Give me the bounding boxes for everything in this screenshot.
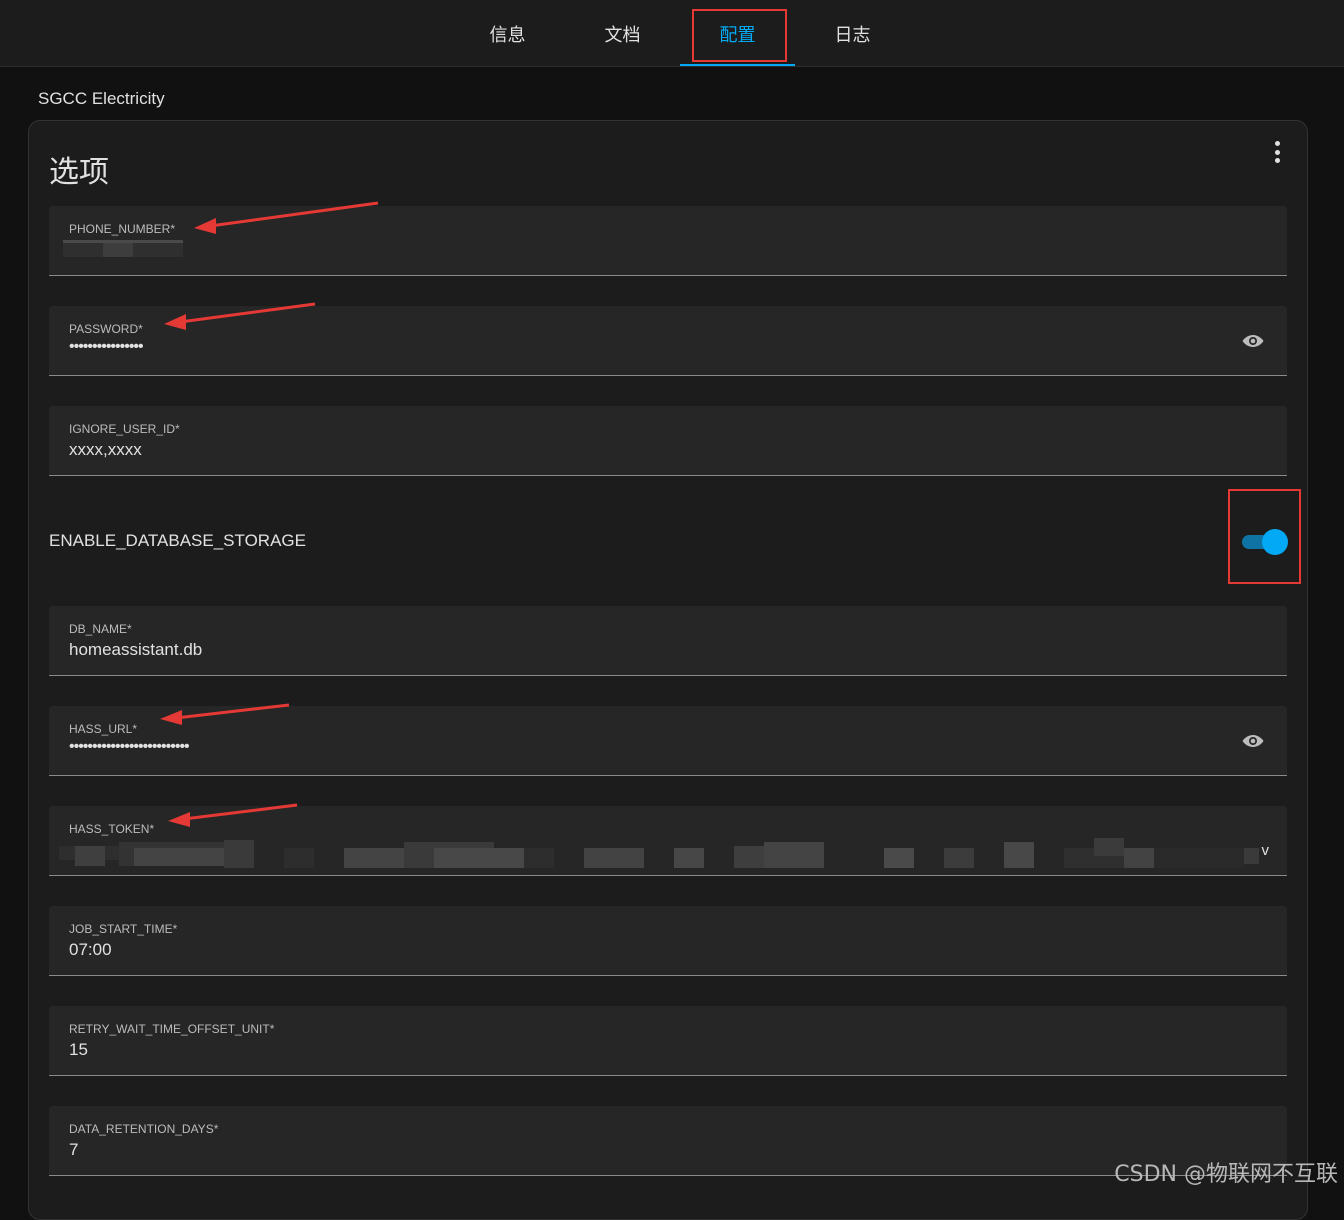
password-value: •••••••••••••••• [69,338,144,355]
eye-icon[interactable] [1241,730,1265,752]
toggle-annotation-box [1228,489,1301,584]
annotation-arrow [160,703,290,725]
data-retention-field[interactable]: DATA_RETENTION_DAYS* 7 [49,1106,1287,1176]
hass-url-label: HASS_URL* [69,722,138,736]
db-name-field[interactable]: DB_NAME* homeassistant.db [49,606,1287,676]
job-start-time-label: JOB_START_TIME* [69,922,178,936]
annotation-arrow [194,201,379,234]
tab-annotation-box [692,9,787,62]
annotation-arrow [168,803,298,827]
chevron-down-icon: v [1261,842,1270,859]
data-retention-value: 7 [69,1140,79,1159]
active-tab-indicator [680,64,795,66]
redacted-value [63,240,183,257]
watermark: CSDN @物联网不互联 [1114,1162,1338,1187]
retry-wait-field[interactable]: RETRY_WAIT_TIME_OFFSET_UNIT* 15 [49,1006,1287,1076]
hass-token-label: HASS_TOKEN* [69,822,155,836]
ignore-user-id-field[interactable]: IGNORE_USER_ID* xxxx,xxxx [49,406,1287,476]
password-label: PASSWORD* [69,322,143,336]
hass-url-value: •••••••••••••••••••••••••• [69,738,190,755]
job-start-time-field[interactable]: JOB_START_TIME* 07:00 [49,906,1287,976]
tab-log[interactable]: 日志 [795,0,910,67]
top-tab-bar: 信息 文档 配置 日志 [0,0,1344,67]
phone-number-label: PHONE_NUMBER* [69,222,176,236]
redacted-value [59,838,1259,868]
addon-name: SGCC Electricity [38,89,165,108]
more-vert-icon[interactable] [1267,139,1287,165]
tab-docs[interactable]: 文档 [565,0,680,67]
ignore-user-id-value: xxxx,xxxx [69,440,142,459]
ignore-user-id-label: IGNORE_USER_ID* [69,422,180,436]
data-retention-label: DATA_RETENTION_DAYS* [69,1122,219,1136]
eye-icon[interactable] [1241,330,1265,352]
tab-info[interactable]: 信息 [450,0,565,67]
enable-database-storage-label: ENABLE_DATABASE_STORAGE [49,531,306,550]
annotation-arrow [164,302,316,330]
card-title: 选项 [49,155,109,190]
job-start-time-value: 07:00 [69,940,112,959]
options-card: 选项 PHONE_NUMBER* PASSWORD* •••••••••••••… [28,120,1308,1220]
db-name-value: homeassistant.db [69,640,203,659]
retry-wait-label: RETRY_WAIT_TIME_OFFSET_UNIT* [69,1022,275,1036]
db-name-label: DB_NAME* [69,622,132,636]
retry-wait-value: 15 [69,1040,88,1059]
